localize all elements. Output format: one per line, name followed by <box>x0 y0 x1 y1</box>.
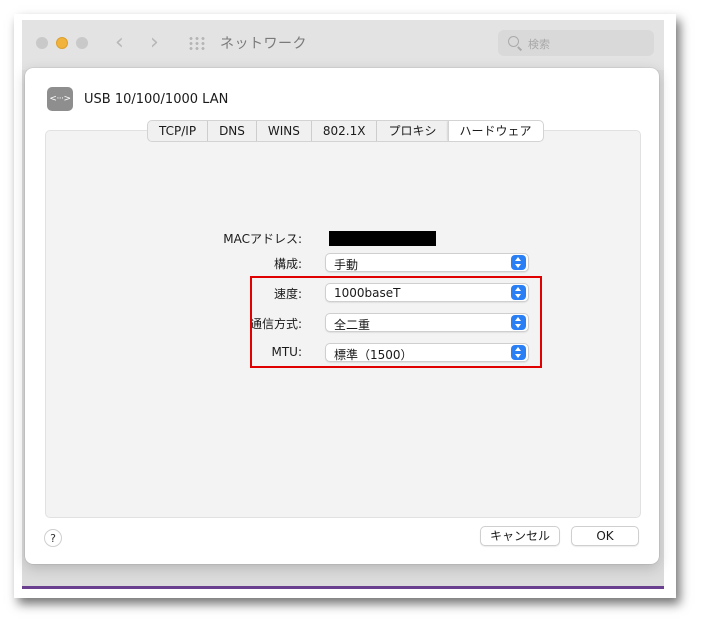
back-chevron-icon[interactable]: ‹ <box>115 31 124 55</box>
mac-address-redacted <box>329 231 436 246</box>
window-title: ネットワーク <box>220 36 307 52</box>
show-all-grid-icon[interactable] <box>188 36 206 50</box>
search-icon <box>508 36 519 47</box>
tab-proxy[interactable]: プロキシ <box>376 121 447 141</box>
tab-802-1x[interactable]: 802.1X <box>310 121 377 141</box>
title-bar: ‹ › ネットワーク 検索 <box>22 20 664 70</box>
ok-button[interactable]: OK <box>571 526 639 546</box>
ethernet-interface-icon: <···> <box>47 87 73 111</box>
tab-hardware[interactable]: ハードウェア <box>447 121 543 141</box>
configure-popup[interactable]: 手動 <box>325 253 529 272</box>
search-placeholder: 検索 <box>528 38 550 51</box>
hardware-settings-panel: MACアドレス: 構成: 手動 速度: 1000baseT 通信方式: 全二重 … <box>45 130 641 518</box>
cancel-button[interactable]: キャンセル <box>480 526 560 546</box>
configure-label: 構成: <box>273 257 302 271</box>
advanced-settings-sheet: <···> USB 10/100/1000 LAN TCP/IP DNS WIN… <box>25 68 659 564</box>
help-button[interactable]: ? <box>44 529 62 547</box>
configure-value: 手動 <box>334 258 359 272</box>
close-window-button[interactable] <box>36 37 48 49</box>
minimize-window-button[interactable] <box>56 37 68 49</box>
search-field[interactable]: 検索 <box>498 30 654 56</box>
interface-title: USB 10/100/1000 LAN <box>84 92 229 107</box>
annotation-highlight-box <box>250 276 542 368</box>
tab-dns[interactable]: DNS <box>207 121 256 141</box>
configure-stepper-icon <box>511 255 526 270</box>
tab-wins[interactable]: WINS <box>255 121 311 141</box>
forward-chevron-icon[interactable]: › <box>150 31 159 55</box>
settings-tab-bar: TCP/IP DNS WINS 802.1X プロキシ ハードウェア <box>147 120 544 142</box>
zoom-window-button[interactable] <box>76 37 88 49</box>
mac-address-label: MACアドレス: <box>223 232 302 246</box>
tab-tcp-ip[interactable]: TCP/IP <box>148 121 207 141</box>
